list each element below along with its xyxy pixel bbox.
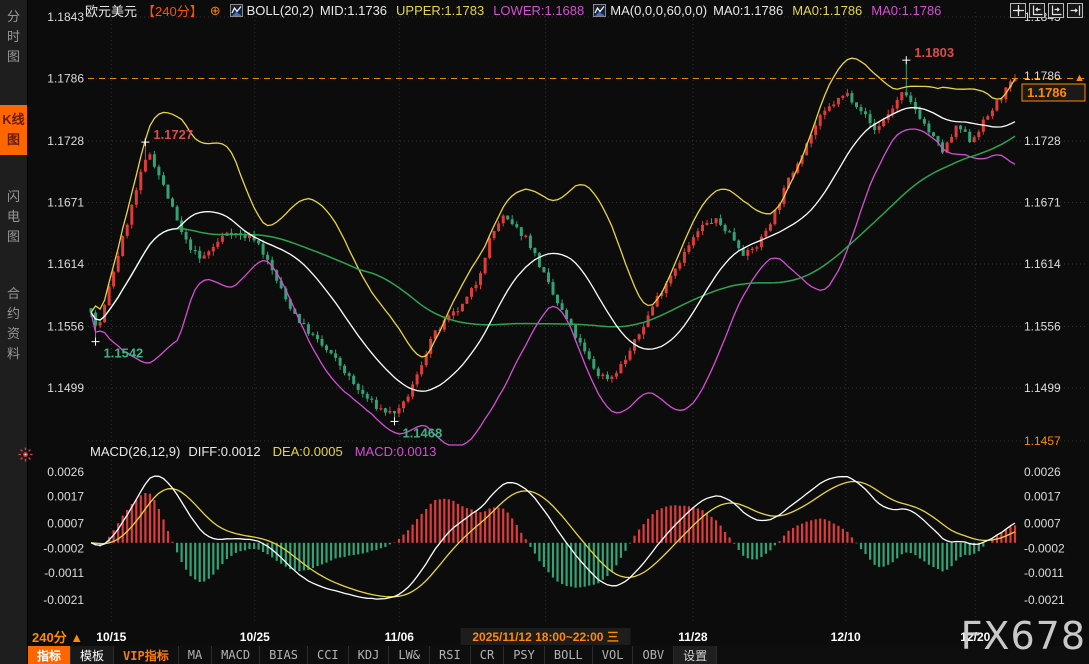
ma-indicator-icon[interactable] <box>593 4 606 17</box>
boll-label: BOLL(20,2) <box>247 3 314 18</box>
range-low-label: 1.1457 <box>1024 434 1061 448</box>
macd-tick-right: -0.0011 <box>1024 566 1064 580</box>
price-tick-left: 1.1499 <box>47 381 84 395</box>
tab-kdj[interactable]: KDJ <box>349 646 390 664</box>
shrink-x-icon[interactable] <box>1029 3 1045 18</box>
sidebar-item-contract-info[interactable]: 合约资料 <box>6 284 21 364</box>
tab-cr[interactable]: CR <box>471 646 504 664</box>
macd-tick-left: 0.0007 <box>47 517 84 531</box>
date-tick: 10/15 <box>96 630 126 644</box>
current-price-right-label: 1.1786 <box>1024 69 1061 83</box>
tab-rsi[interactable]: RSI <box>430 646 471 664</box>
price-tick-right: 1.1556 <box>1024 320 1061 334</box>
price-tick-left: 1.1728 <box>47 134 84 148</box>
macd-tick-left: 0.0017 <box>47 490 84 504</box>
sidebar-item-timeshare[interactable]: 分时图 <box>6 7 21 67</box>
indicator-tab-bar: 指标 模板 VIP指标 MA MACD BIAS CCI KDJ LW& RSI… <box>28 646 1089 664</box>
tab-obv[interactable]: OBV <box>633 646 674 664</box>
macd-header: MACD(26,12,9) DIFF:0.0012 DEA:0.0005 MAC… <box>90 444 436 459</box>
ma0-magenta-value: MA0:1.1786 <box>871 3 941 18</box>
overlay-lines <box>88 58 1086 445</box>
x-axis-row: 240分 ▲10/1510/2511/0611/2812/1012/202025… <box>32 628 991 645</box>
date-tick: 10/25 <box>240 630 270 644</box>
boll-upper-value: UPPER:1.1783 <box>396 3 484 18</box>
sun-marker-icon <box>18 447 33 467</box>
expand-x-icon[interactable] <box>1048 3 1064 18</box>
price-tick-left: 1.1556 <box>47 320 84 334</box>
price-tick-left: 1.1614 <box>47 257 84 271</box>
date-tick: 12/10 <box>831 630 861 644</box>
ma0-yellow-value: MA0:1.1786 <box>792 3 862 18</box>
period-label[interactable]: 【240分】 <box>142 1 203 20</box>
sidebar-item-kline[interactable]: K线图 <box>0 105 27 155</box>
sidebar: 分时图 K线图 闪电图 合约资料 <box>0 0 28 664</box>
macd-diff-value: DIFF:0.0012 <box>188 444 260 459</box>
watermark-logo: FX678 <box>961 614 1086 658</box>
extreme-price-label: 1.1542 <box>104 346 144 361</box>
price-tick-left: 1.1843 <box>47 10 84 24</box>
chart-canvas[interactable]: 1.18431.18431.17861.17281.17281.16711.16… <box>0 0 1089 646</box>
sidebar-item-flash-chart[interactable]: 闪电图 <box>6 187 21 247</box>
tab-ma[interactable]: MA <box>179 646 212 664</box>
tab-cci[interactable]: CCI <box>308 646 349 664</box>
macd-tick-left: -0.0011 <box>44 566 84 580</box>
boll-mid-value: MID:1.1736 <box>320 3 387 18</box>
crosshair-move-icon[interactable] <box>1010 3 1026 18</box>
macd-tick-left: -0.0021 <box>43 593 84 607</box>
current-price-box-value: 1.1786 <box>1027 85 1067 100</box>
macd-params-label: MACD(26,12,9) <box>90 444 180 459</box>
annotations: 1.1727 1.1803 1.1542 1.1468 <box>92 45 955 440</box>
macd-tick-right: 0.0017 <box>1024 490 1061 504</box>
tab-template[interactable]: 模板 <box>71 646 114 664</box>
macd-diff-line <box>91 476 1015 599</box>
macd-tick-right: -0.0002 <box>1024 541 1065 555</box>
tab-vip-indicator[interactable]: VIP指标 <box>114 646 179 664</box>
macd-tick-left: -0.0002 <box>43 541 84 555</box>
price-tick-right: 1.1614 <box>1024 257 1061 271</box>
macd-dea-value: DEA:0.0005 <box>273 444 343 459</box>
price-tick-left: 1.1786 <box>47 72 84 86</box>
period-selector[interactable]: 240分 ▲ <box>32 630 83 645</box>
tab-indicator[interactable]: 指标 <box>28 646 71 664</box>
date-tick: 11/28 <box>678 630 708 644</box>
macd-tick-left: 0.0026 <box>47 465 84 479</box>
price-tick-right: 1.1728 <box>1024 134 1061 148</box>
price-tick-right: 1.1499 <box>1024 381 1061 395</box>
macd-tick-right: -0.0021 <box>1024 593 1065 607</box>
date-tick: 11/06 <box>385 630 415 644</box>
tab-lwr[interactable]: LW& <box>389 646 430 664</box>
boll-upper-line <box>91 58 1015 357</box>
macd-pane <box>91 476 1015 599</box>
extreme-price-label: 1.1468 <box>402 425 442 440</box>
symbol-name: 欧元美元 <box>85 1 137 20</box>
chart-header: 欧元美元 【240分】 ⊕ BOLL(20,2) MID:1.1736 UPPE… <box>85 2 941 19</box>
add-indicator-icon[interactable]: ⊕ <box>210 3 221 19</box>
candlestick-series <box>90 60 1017 421</box>
ma-label: MA(0,0,0,60,0,0) <box>610 3 707 18</box>
crosshair-date-label: 2025/11/12 18:00~22:00 三 <box>472 630 618 644</box>
tab-boll[interactable]: BOLL <box>545 646 593 664</box>
tab-vol[interactable]: VOL <box>593 646 634 664</box>
tab-bias[interactable]: BIAS <box>260 646 308 664</box>
ma0-white-value: MA0:1.1786 <box>713 3 783 18</box>
price-tick-right: 1.1671 <box>1024 196 1061 210</box>
price-up-arrow: ▲ <box>1074 72 1085 84</box>
tab-macd[interactable]: MACD <box>212 646 260 664</box>
extreme-price-label: 1.1727 <box>153 127 193 142</box>
macd-tick-right: 0.0026 <box>1024 465 1061 479</box>
extreme-price-label: 1.1803 <box>914 45 954 60</box>
pan-right-icon[interactable] <box>1067 3 1083 18</box>
ma60-line <box>91 136 1015 327</box>
tab-psy[interactable]: PSY <box>504 646 545 664</box>
trading-terminal-window: 1.18431.18431.17861.17281.17281.16711.16… <box>0 0 1089 664</box>
macd-tick-right: 0.0007 <box>1024 517 1061 531</box>
chart-toolbar <box>1010 3 1083 18</box>
price-tick-left: 1.1671 <box>47 196 84 210</box>
tab-settings[interactable]: 设置 <box>674 646 717 664</box>
boll-indicator-icon[interactable] <box>230 4 243 17</box>
boll-lower-value: LOWER:1.1688 <box>493 3 584 18</box>
axis-labels: 1.18431.18431.17861.17281.17281.16711.16… <box>43 10 1085 607</box>
macd-macd-value: MACD:0.0013 <box>355 444 437 459</box>
